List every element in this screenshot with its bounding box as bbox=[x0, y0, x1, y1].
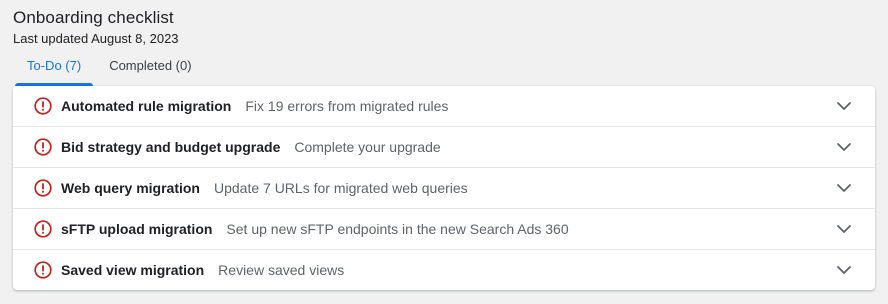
checklist-item-text: Automated rule migration Fix 19 errors f… bbox=[61, 98, 448, 114]
checklist: Automated rule migration Fix 19 errors f… bbox=[13, 86, 875, 290]
checklist-item-description: Update 7 URLs for migrated web queries bbox=[213, 180, 468, 196]
checklist-item-description: Set up new sFTP endpoints in the new Sea… bbox=[226, 221, 569, 237]
checklist-item-title: Saved view migration bbox=[61, 262, 205, 278]
chevron-down-icon[interactable] bbox=[836, 99, 852, 113]
error-icon bbox=[34, 261, 52, 279]
error-icon bbox=[34, 220, 52, 238]
checklist-item-title: Web query migration bbox=[61, 180, 200, 196]
chevron-down-icon[interactable] bbox=[836, 181, 852, 195]
checklist-item-sftp-upload-migration[interactable]: sFTP upload migration Set up new sFTP en… bbox=[13, 209, 875, 250]
checklist-item-automated-rule-migration[interactable]: Automated rule migration Fix 19 errors f… bbox=[13, 86, 875, 127]
page-title: Onboarding checklist bbox=[13, 8, 174, 27]
chevron-down-icon[interactable] bbox=[836, 140, 852, 154]
chevron-down-icon[interactable] bbox=[836, 263, 852, 277]
checklist-item-bid-strategy-budget-upgrade[interactable]: Bid strategy and budget upgrade Complete… bbox=[13, 127, 875, 168]
error-icon bbox=[34, 97, 52, 115]
checklist-item-text: Bid strategy and budget upgrade Complete… bbox=[61, 139, 441, 155]
tab-to-do[interactable]: To-Do (7) bbox=[13, 50, 95, 86]
tab-completed[interactable]: Completed (0) bbox=[95, 50, 205, 86]
checklist-item-text: Web query migration Update 7 URLs for mi… bbox=[61, 180, 468, 196]
checklist-item-description: Complete your upgrade bbox=[294, 139, 441, 155]
last-updated-text: Last updated August 8, 2023 bbox=[13, 31, 179, 46]
checklist-item-description: Review saved views bbox=[218, 262, 345, 278]
checklist-item-saved-view-migration[interactable]: Saved view migration Review saved views bbox=[13, 250, 875, 290]
checklist-item-description: Fix 19 errors from migrated rules bbox=[245, 98, 449, 114]
page-header: Onboarding checklist Last updated August… bbox=[13, 8, 179, 47]
checklist-item-text: Saved view migration Review saved views bbox=[61, 262, 344, 278]
checklist-tabs: To-Do (7) Completed (0) bbox=[13, 50, 206, 86]
error-icon bbox=[34, 179, 52, 197]
checklist-item-title: Automated rule migration bbox=[61, 98, 232, 114]
checklist-item-web-query-migration[interactable]: Web query migration Update 7 URLs for mi… bbox=[13, 168, 875, 209]
error-icon bbox=[34, 138, 52, 156]
checklist-item-title: sFTP upload migration bbox=[61, 221, 213, 237]
checklist-item-title: Bid strategy and budget upgrade bbox=[61, 139, 281, 155]
chevron-down-icon[interactable] bbox=[836, 222, 852, 236]
checklist-item-text: sFTP upload migration Set up new sFTP en… bbox=[61, 221, 569, 237]
